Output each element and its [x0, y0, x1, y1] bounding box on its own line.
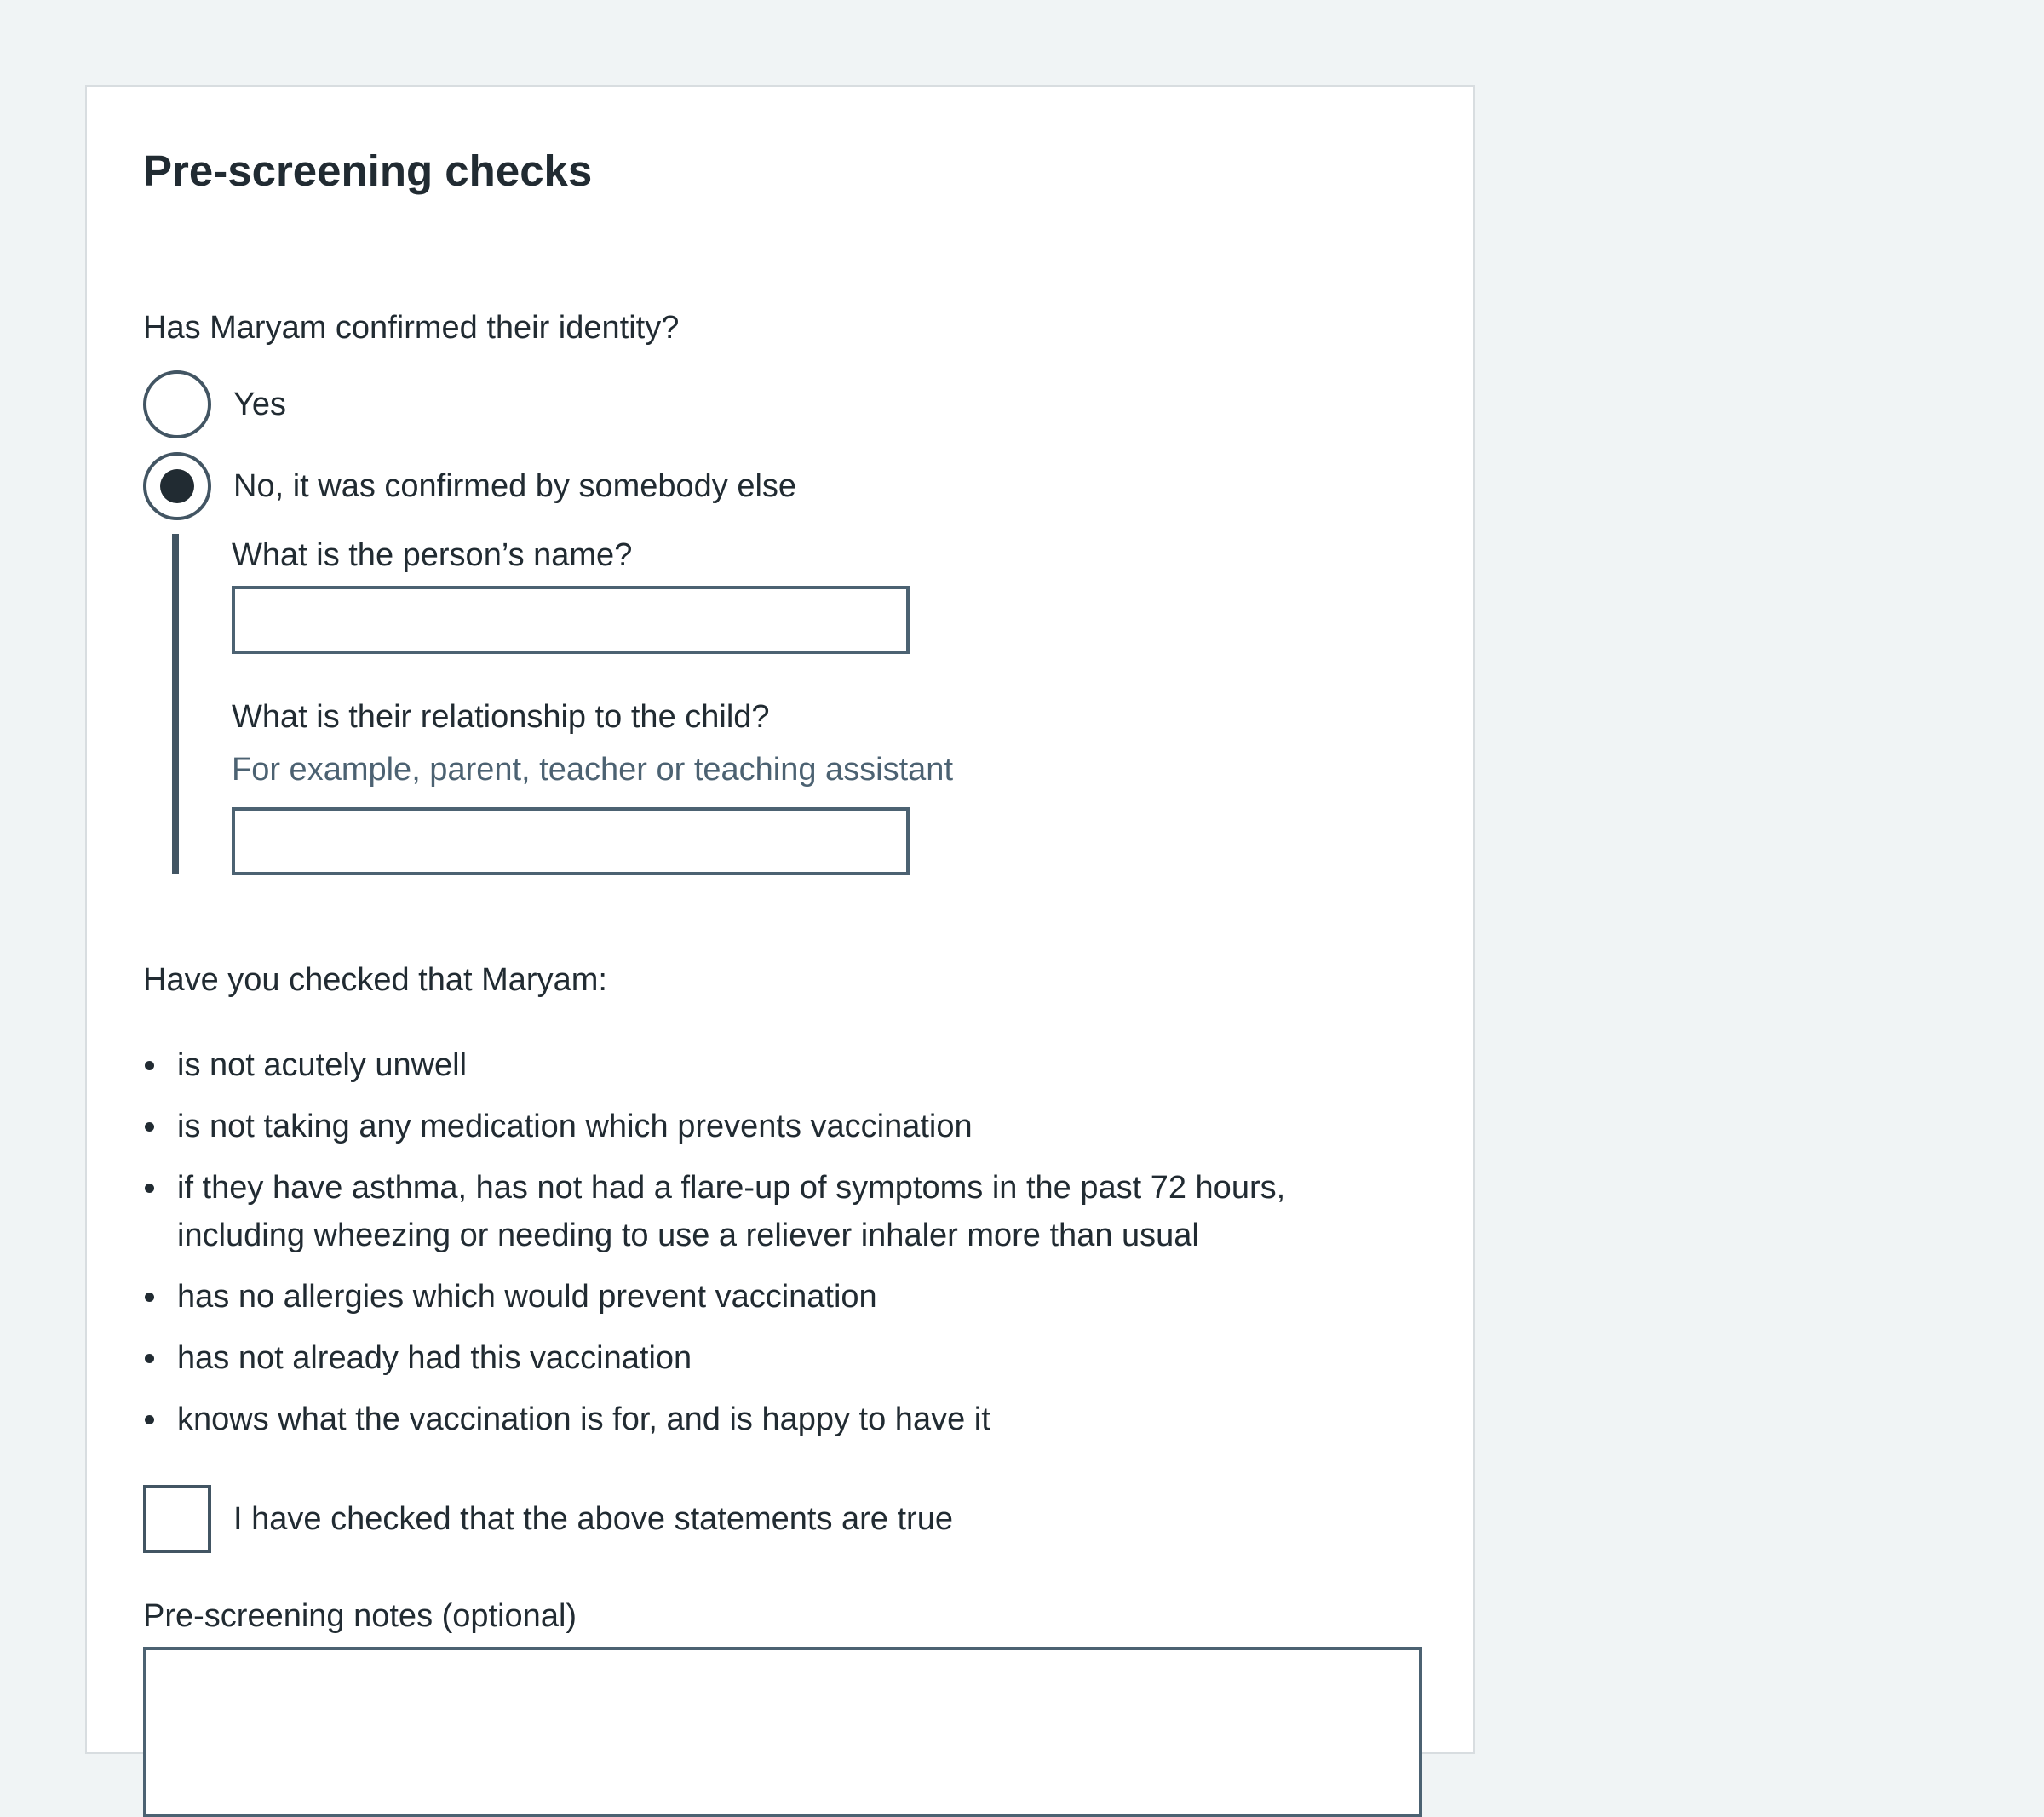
- radio-yes-label[interactable]: Yes: [233, 383, 286, 426]
- conditional-reveal-bar: [172, 534, 179, 874]
- radio-option-no[interactable]: No, it was confirmed by somebody else: [143, 452, 796, 520]
- relationship-input[interactable]: [232, 807, 910, 875]
- checks-intro: Have you checked that Maryam:: [143, 962, 607, 998]
- person-name-label: What is the person’s name?: [232, 537, 633, 573]
- list-item: is not taking any medication which preve…: [143, 1103, 1421, 1150]
- pre-screening-card: Pre-screening checks Has Maryam confirme…: [85, 85, 1475, 1817]
- relationship-label: What is their relationship to the child?: [232, 699, 770, 735]
- radio-no[interactable]: [143, 452, 211, 520]
- page-title: Pre-screening checks: [143, 146, 593, 195]
- person-name-input[interactable]: [232, 586, 910, 654]
- checks-list: is not acutely unwell is not taking any …: [143, 1041, 1421, 1457]
- list-item: has no allergies which would prevent vac…: [143, 1273, 1421, 1321]
- list-item: knows what the vaccination is for, and i…: [143, 1396, 1421, 1443]
- list-item: has not already had this vaccination: [143, 1334, 1421, 1382]
- radio-no-label[interactable]: No, it was confirmed by somebody else: [233, 465, 796, 507]
- notes-textarea[interactable]: [143, 1647, 1422, 1817]
- list-item: is not acutely unwell: [143, 1041, 1421, 1089]
- notes-label: Pre-screening notes (optional): [143, 1598, 577, 1634]
- list-item: if they have asthma, has not had a flare…: [143, 1164, 1421, 1259]
- identity-question: Has Maryam confirmed their identity?: [143, 310, 680, 346]
- confirm-checkbox-row[interactable]: I have checked that the above statements…: [143, 1485, 953, 1553]
- confirm-checkbox[interactable]: [143, 1485, 211, 1553]
- relationship-hint: For example, parent, teacher or teaching…: [232, 752, 954, 788]
- radio-yes[interactable]: [143, 370, 211, 438]
- confirm-checkbox-label[interactable]: I have checked that the above statements…: [233, 1498, 953, 1540]
- radio-option-yes[interactable]: Yes: [143, 370, 286, 438]
